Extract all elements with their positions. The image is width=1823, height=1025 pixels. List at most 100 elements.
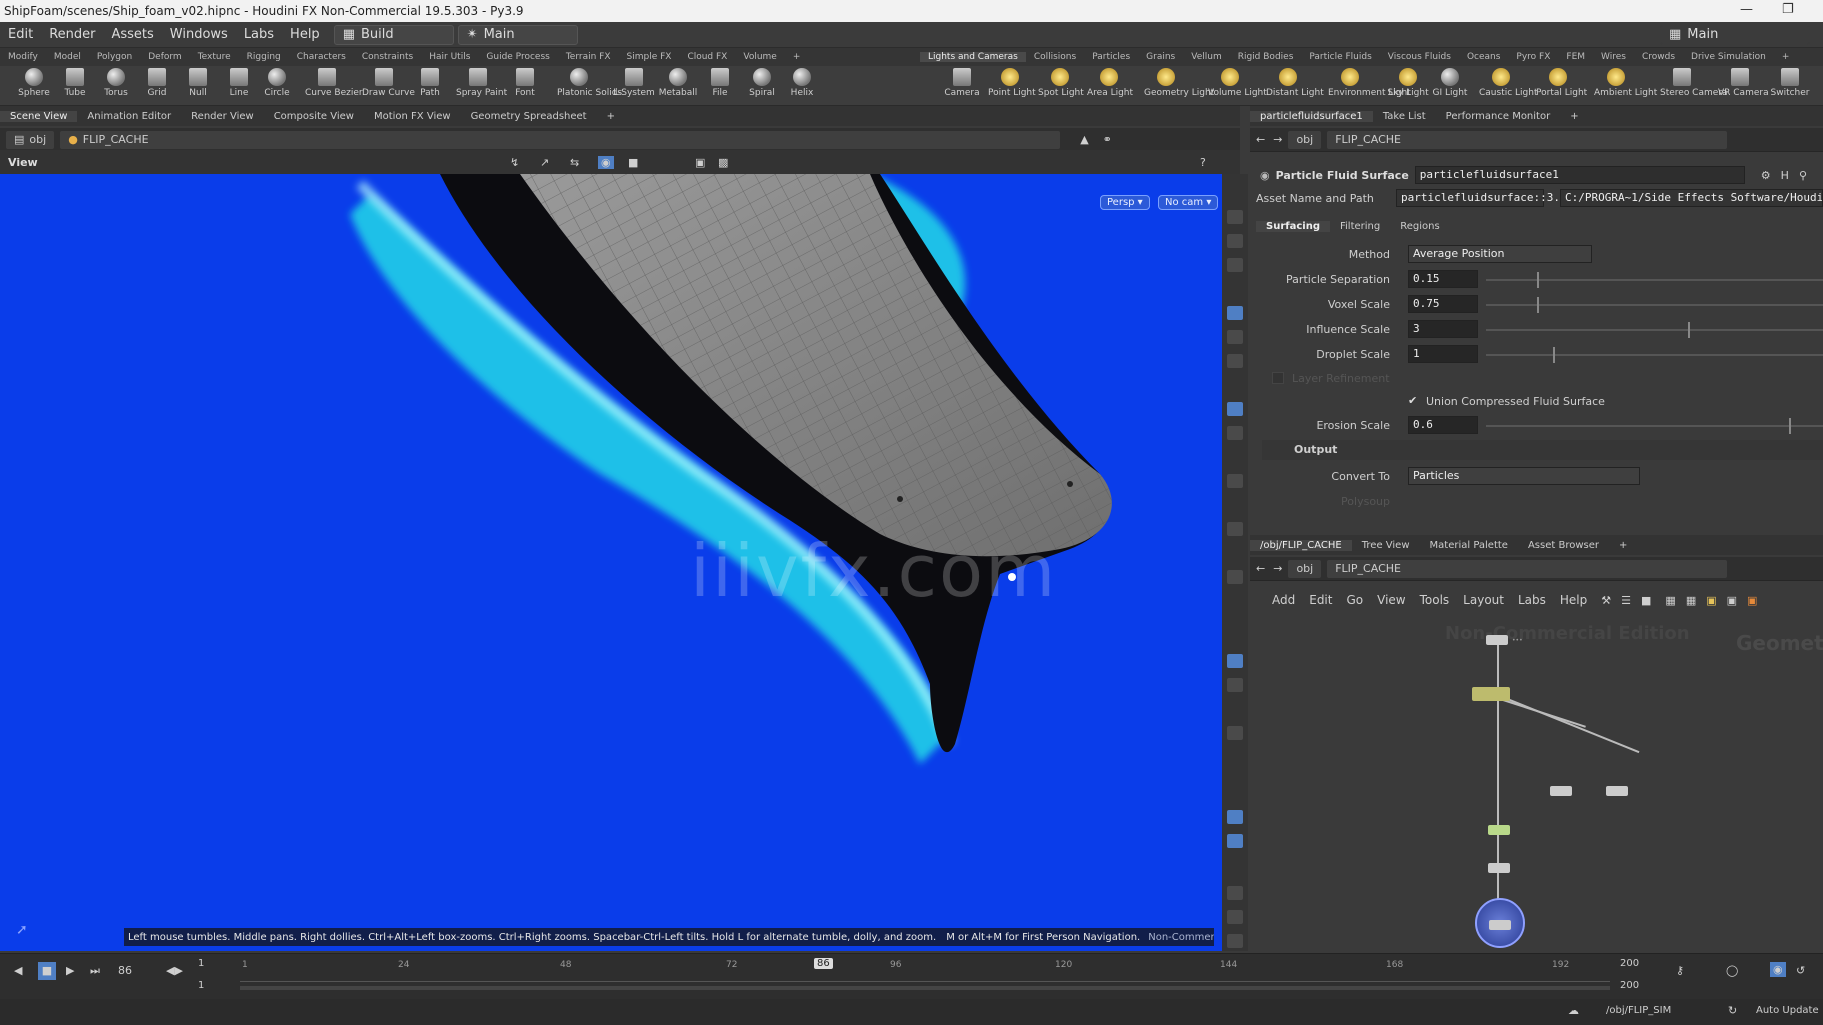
tab-performance-monitor[interactable]: Performance Monitor [1436, 111, 1561, 122]
tool-environment-light[interactable]: Environment Light [1328, 68, 1411, 98]
breadcrumb-obj[interactable]: obj [1288, 130, 1322, 149]
tool-vr-camera[interactable]: VR Camera [1718, 68, 1769, 98]
add-tab-icon[interactable]: + [1774, 52, 1798, 62]
layer-checkbox[interactable] [1272, 372, 1284, 384]
desktop-dropdown[interactable]: ▦ Build [333, 24, 454, 45]
help-icon[interactable]: ? [1200, 156, 1206, 169]
network-node[interactable] [1488, 825, 1510, 835]
shelf-tab[interactable]: Rigid Bodies [1230, 52, 1302, 62]
range-bar[interactable] [240, 986, 1610, 990]
shelf-tab[interactable]: FEM [1558, 52, 1593, 62]
tool-platonic[interactable]: Platonic Solids [557, 68, 622, 98]
tool-spot-light[interactable]: Spot Light [1038, 68, 1084, 98]
tool-lsystem[interactable]: L-System [612, 68, 656, 98]
network-node[interactable] [1550, 786, 1572, 796]
view-tool-button[interactable] [1227, 402, 1243, 416]
view-tool-button[interactable] [1227, 234, 1243, 248]
tool-volume-light[interactable]: Volume Light [1208, 68, 1267, 98]
network-node[interactable] [1486, 635, 1508, 645]
erosion-field[interactable]: 0.6 [1408, 416, 1478, 434]
view-tool-button[interactable] [1227, 910, 1243, 924]
shelf-tab[interactable]: Collisions [1026, 52, 1084, 62]
shelf-tab[interactable]: Characters [289, 52, 354, 62]
snapshot-icon[interactable]: ▩ [718, 156, 728, 169]
maximize-button[interactable]: ❐ [1782, 2, 1794, 17]
display-node[interactable] [1475, 898, 1525, 948]
tab-regions[interactable]: Regions [1390, 221, 1449, 232]
net-menu-view[interactable]: View [1377, 593, 1405, 607]
net-menu-labs[interactable]: Labs [1518, 593, 1546, 607]
shelf-tab[interactable]: Modify [0, 52, 46, 62]
shelf-tab[interactable]: Rigging [239, 52, 289, 62]
particle-sep-slider[interactable] [1486, 272, 1823, 288]
view-tool-button[interactable] [1227, 306, 1243, 320]
tree-icon[interactable]: ☰ [1621, 594, 1631, 607]
shelf-tab[interactable]: Particles [1084, 52, 1138, 62]
tool-torus[interactable]: Torus [94, 68, 138, 98]
start-frame-2[interactable]: 1 [198, 980, 204, 991]
key-icon[interactable]: ⚷ [1676, 964, 1684, 977]
tab-motion-fx-view[interactable]: Motion FX View [364, 111, 461, 122]
tool-geometry-light[interactable]: Geometry Light [1144, 68, 1214, 98]
tool-switcher[interactable]: Switcher [1768, 68, 1812, 98]
shelf-tab[interactable]: Pyro FX [1508, 52, 1558, 62]
info-icon[interactable] [1227, 886, 1243, 900]
add-tab-icon[interactable]: + [1609, 540, 1637, 551]
network-node[interactable] [1606, 786, 1628, 796]
menu-labs[interactable]: Labs [244, 27, 274, 42]
view-tool-button[interactable] [1227, 934, 1243, 948]
tool-metaball[interactable]: Metaball [656, 68, 700, 98]
loop-icon[interactable]: ↺ [1796, 964, 1805, 977]
voxel-scale-field[interactable]: 0.75 [1408, 295, 1478, 313]
palette-icon[interactable]: ▣ [1747, 594, 1757, 607]
shelf-tab[interactable]: Drive Simulation [1683, 52, 1774, 62]
union-checkbox[interactable]: ✔ [1408, 395, 1420, 407]
tab-asset-browser[interactable]: Asset Browser [1518, 540, 1609, 551]
add-tab-icon[interactable]: + [1560, 111, 1588, 122]
tool-circle[interactable]: Circle [255, 68, 299, 98]
snap-icon[interactable]: ↯ [510, 156, 519, 169]
shelf-tab[interactable]: Grains [1138, 52, 1183, 62]
right-desktop-dropdown[interactable]: ▦ Main [1660, 24, 1810, 45]
camera-dropdown[interactable]: No cam ▾ [1158, 195, 1219, 210]
breadcrumb-node[interactable]: FLIP_CACHE [1327, 559, 1728, 578]
tool-distant-light[interactable]: Distant Light [1266, 68, 1324, 98]
add-tab-icon[interactable]: + [785, 52, 809, 62]
breadcrumb-node[interactable]: FLIP_CACHE [1327, 130, 1728, 149]
network-editor[interactable]: Non-Commercial Edition Geometry ••• [1250, 613, 1823, 953]
minimize-button[interactable]: — [1740, 2, 1753, 17]
update-icon[interactable]: ↻ [1728, 1004, 1737, 1017]
shelf-tab[interactable]: Viscous Fluids [1380, 52, 1459, 62]
net-menu-edit[interactable]: Edit [1309, 593, 1332, 607]
shelf-tab[interactable]: Oceans [1459, 52, 1508, 62]
slider-knob[interactable] [1553, 347, 1556, 363]
image-icon[interactable]: ▣ [1727, 594, 1737, 607]
end-frame[interactable]: 200 [1620, 958, 1639, 969]
view-tool-button[interactable] [1227, 726, 1243, 740]
shelf-tab[interactable]: Cloud FX [679, 52, 735, 62]
forward-icon[interactable]: → [1273, 562, 1282, 575]
audio-icon[interactable]: ◉ [1770, 962, 1786, 977]
view-tool-button[interactable] [1227, 426, 1243, 440]
end-frame-2[interactable]: 200 [1620, 980, 1639, 991]
tab-geometry-spreadsheet[interactable]: Geometry Spreadsheet [461, 111, 597, 122]
view-tool-button[interactable] [1227, 654, 1243, 668]
tool-portal-light[interactable]: Portal Light [1536, 68, 1587, 98]
view-tool-button[interactable] [1227, 570, 1243, 584]
voxel-scale-slider[interactable] [1486, 297, 1823, 313]
network-node[interactable] [1472, 687, 1510, 701]
droplet-slider[interactable] [1486, 347, 1823, 363]
tab-network[interactable]: /obj/FLIP_CACHE [1250, 539, 1352, 551]
net-menu-go[interactable]: Go [1346, 593, 1363, 607]
shelf-tab[interactable]: Guide Process [478, 52, 557, 62]
net-menu-tools[interactable]: Tools [1420, 593, 1450, 607]
tab-scene-view[interactable]: Scene View [0, 110, 78, 122]
convert-dropdown[interactable]: Particles [1408, 467, 1640, 485]
view-tool-button[interactable] [1227, 354, 1243, 368]
shelf-tab[interactable]: Volume [735, 52, 784, 62]
view-tool-button[interactable] [1227, 210, 1243, 224]
display-icon[interactable]: ◉ [598, 155, 614, 169]
shelf-tab[interactable]: Hair Utils [421, 52, 478, 62]
tool-spiral[interactable]: Spiral [740, 68, 784, 98]
tool-gi-light[interactable]: GI Light [1428, 68, 1472, 98]
